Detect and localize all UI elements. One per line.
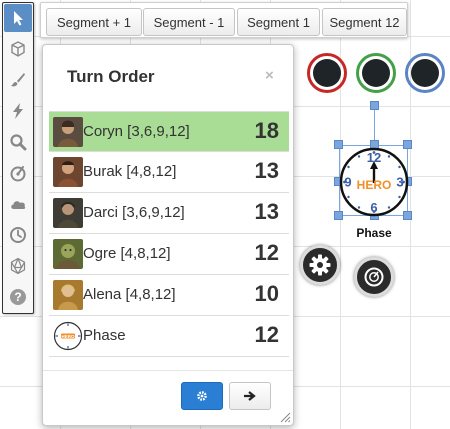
svg-text:?: ? bbox=[14, 290, 21, 304]
next-turn-button[interactable] bbox=[229, 382, 271, 410]
initiative-value: 13 bbox=[254, 199, 279, 224]
gear-icon bbox=[309, 254, 331, 276]
alena-avatar bbox=[53, 280, 83, 310]
gear-icon bbox=[197, 391, 207, 401]
turn-row[interactable]: Coryn [3,6,9,12] 18 bbox=[49, 111, 289, 152]
lightning-icon bbox=[13, 103, 23, 119]
footer-divider bbox=[43, 370, 293, 371]
token-settings-button[interactable] bbox=[300, 245, 340, 285]
measure-tool[interactable] bbox=[4, 159, 32, 187]
rotate-handle[interactable] bbox=[370, 101, 379, 110]
initiative-value: 18 bbox=[254, 118, 279, 143]
segment-1-button[interactable]: Segment 1 bbox=[237, 8, 320, 36]
clock-number-9: 9 bbox=[344, 175, 351, 190]
green-marker[interactable] bbox=[356, 53, 396, 93]
initiative-value: 10 bbox=[254, 281, 279, 306]
turn-order-dialog: Turn Order × Coryn [3,6,9,12] 18 Burak [… bbox=[42, 44, 294, 426]
turn-list: Coryn [3,6,9,12] 18 Burak [4,8,12] 13 Da… bbox=[49, 111, 289, 357]
red-marker[interactable] bbox=[307, 53, 347, 93]
blue-marker[interactable] bbox=[405, 53, 445, 93]
cube-icon bbox=[11, 41, 25, 57]
dice-tool[interactable] bbox=[4, 252, 32, 280]
turn-settings-button[interactable] bbox=[181, 382, 223, 410]
token-name-label: Phase bbox=[356, 226, 392, 240]
select-tool[interactable] bbox=[4, 4, 32, 32]
turn-row[interactable]: Ogre [4,8,12] 12 bbox=[49, 234, 289, 275]
shapes-tool[interactable] bbox=[4, 35, 32, 63]
dialog-title: Turn Order bbox=[67, 67, 155, 86]
fx-tool[interactable] bbox=[4, 97, 32, 125]
turn-row[interactable]: HERO Phase 12 bbox=[49, 316, 289, 357]
cloud-icon bbox=[11, 201, 26, 209]
svg-text:HERO: HERO bbox=[61, 334, 75, 339]
token-status-button[interactable] bbox=[354, 257, 394, 297]
segment-toolbar: Segment + 1 Segment - 1 Segment 1 Segmen… bbox=[40, 2, 408, 38]
initiative-value: 12 bbox=[254, 240, 279, 265]
darci-avatar bbox=[53, 198, 83, 228]
draw-tool[interactable] bbox=[4, 66, 32, 94]
combatant-name: Coryn [3,6,9,12] bbox=[83, 123, 190, 140]
combatant-name: Ogre [4,8,12] bbox=[83, 245, 171, 262]
clock-number-3: 3 bbox=[396, 175, 403, 190]
segment-12-button[interactable]: Segment 12 bbox=[322, 8, 407, 36]
help-icon: ? bbox=[10, 289, 26, 305]
turn-row[interactable]: Alena [4,8,12] 10 bbox=[49, 275, 289, 316]
d20-icon bbox=[10, 257, 26, 275]
clock-icon bbox=[10, 227, 26, 243]
fog-tool[interactable] bbox=[4, 190, 32, 218]
turn-row[interactable]: Burak [4,8,12] 13 bbox=[49, 152, 289, 193]
dial-icon bbox=[364, 267, 384, 287]
arrow-right-icon bbox=[244, 391, 256, 401]
clock-number-6: 6 bbox=[370, 200, 377, 215]
initiative-value: 12 bbox=[254, 322, 279, 347]
burak-avatar bbox=[53, 157, 83, 187]
magnifier-icon bbox=[10, 134, 27, 151]
brush-icon bbox=[11, 73, 25, 87]
clock-hero-word: HERO bbox=[357, 178, 392, 192]
help-tool[interactable]: ? bbox=[4, 283, 32, 311]
combatant-name: Darci [3,6,9,12] bbox=[83, 204, 185, 221]
combatant-name: Alena [4,8,12] bbox=[83, 286, 176, 303]
ogre-avatar bbox=[53, 239, 83, 269]
resize-grip-icon[interactable] bbox=[279, 411, 291, 423]
tool-palette: ? bbox=[2, 2, 34, 314]
segment-minus-button[interactable]: Segment - 1 bbox=[143, 8, 235, 36]
close-button[interactable]: × bbox=[265, 67, 274, 84]
initiative-value: 13 bbox=[254, 158, 279, 183]
turn-tracker-tool[interactable] bbox=[4, 221, 32, 249]
zoom-tool[interactable] bbox=[4, 128, 32, 156]
gauge-icon bbox=[10, 166, 26, 182]
coryn-avatar bbox=[53, 117, 83, 147]
select-arrow-icon bbox=[14, 11, 23, 26]
combatant-name: Burak [4,8,12] bbox=[83, 163, 177, 180]
combatant-name: Phase bbox=[83, 327, 126, 344]
turn-row[interactable]: Darci [3,6,9,12] 13 bbox=[49, 193, 289, 234]
segment-plus-button[interactable]: Segment + 1 bbox=[46, 8, 142, 36]
phase-clock-token[interactable]: 12 3 6 9 HERO bbox=[339, 147, 409, 217]
phase-clock-avatar: HERO bbox=[53, 321, 83, 351]
